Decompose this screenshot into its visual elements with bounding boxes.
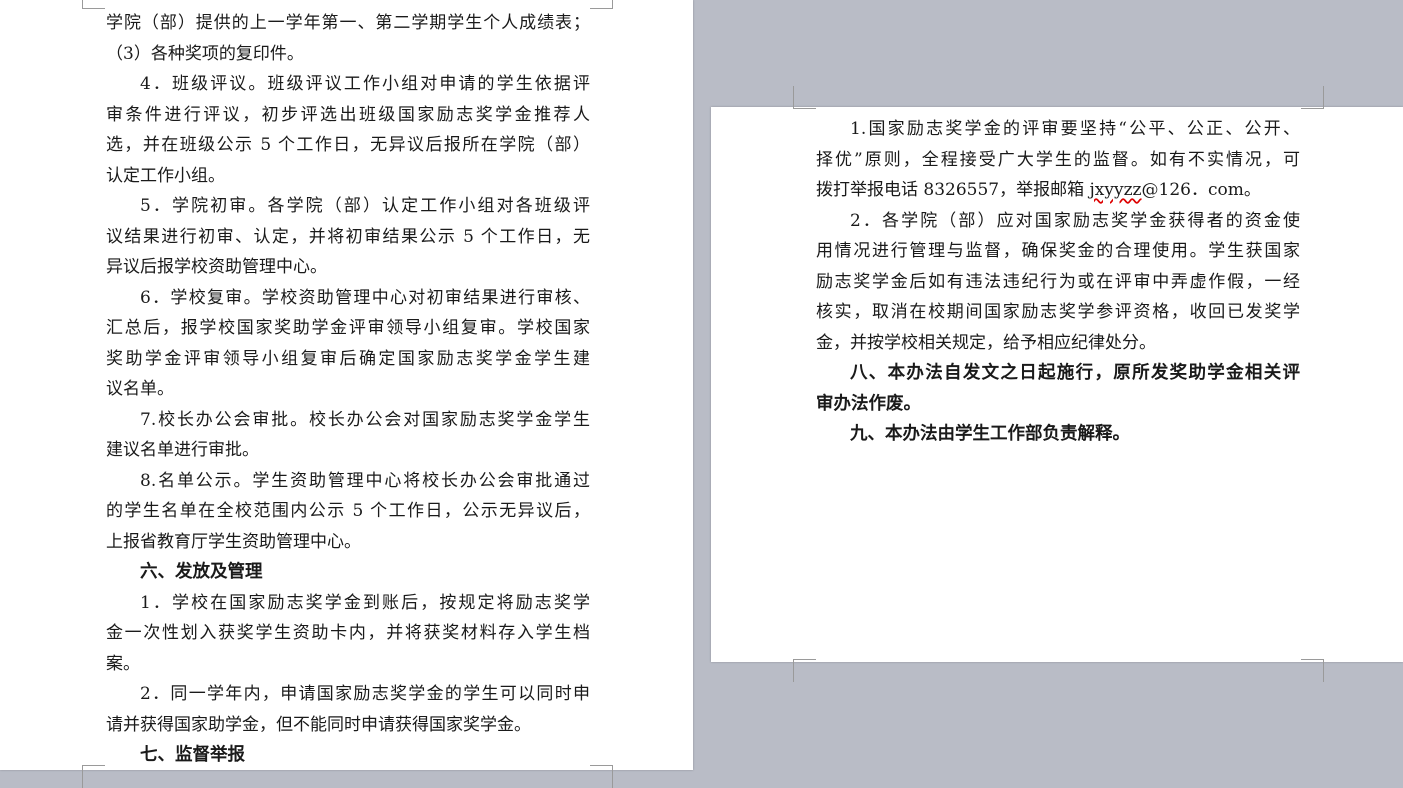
section-heading: 审办法作废。	[816, 393, 921, 414]
report-email-user: jxyyzz	[1089, 180, 1142, 200]
section-heading: 九、本办法由学生工作部负责解释。	[850, 424, 1130, 444]
paragraph-line: 选，并在班级公示 5 个工作日，无异议后报所在学院（部）	[106, 135, 590, 155]
crop-mark-top-right	[590, 0, 613, 9]
paragraph-line: 上报省教育厅学生资助管理中心。	[106, 531, 361, 552]
paragraph-line: 金，并按学校相关规定，给予相应纪律处分。	[816, 332, 1156, 353]
paragraph-line: 拨打举报电话 8326557，举报邮箱 jxyyzz@126．com。	[816, 175, 1300, 206]
paragraph-line: 励志奖学金后如有违法违纪行为或在评审中弄虚作假，一经	[816, 271, 1300, 292]
paragraph-line: 的学生名单在全校范围内公示 5 个工作日，公示无异议后，	[106, 501, 590, 521]
section-heading: 六、发放及管理	[140, 562, 263, 582]
crop-mark-top-left	[793, 86, 816, 109]
right-page-text: 1.国家励志奖学金的评审要坚持“公平、公正、公开、 择优”原则，全程接受广大学生…	[816, 114, 1300, 450]
paragraph-line: 学院（部）提供的上一学年第一、第二学期学生个人成绩表；	[106, 13, 590, 33]
crop-mark-bottom-right	[590, 765, 613, 788]
paragraph-line: 8.名单公示。学生资助管理中心将校长办公会审批通过	[140, 470, 590, 491]
paragraph-line: 1.国家励志奖学金的评审要坚持“公平、公正、公开、	[850, 119, 1300, 139]
paragraph-line: 审条件进行评议，初步评选出班级国家励志奖学金推荐人	[106, 104, 590, 125]
paragraph-line: 5．学院初审。各学院（部）认定工作小组对各班级评	[140, 196, 590, 216]
paragraph-line: 金一次性划入获奖学生资助卡内，并将获奖材料存入学生档	[106, 623, 590, 643]
paragraph-line: 择优”原则，全程接受广大学生的监督。如有不实情况，可	[816, 149, 1300, 170]
crop-mark-bottom-left	[82, 765, 105, 788]
crop-mark-top-right	[1301, 86, 1324, 109]
crop-mark-bottom-left	[793, 659, 816, 682]
paragraph-line: 建议名单进行审批。	[106, 440, 259, 460]
crop-mark-bottom-right	[1301, 659, 1324, 682]
paragraph-line: 1．学校在国家励志奖学金到账后，按规定将励志奖学	[140, 592, 590, 613]
paragraph-line: 异议后报学校资助管理中心。	[106, 257, 327, 277]
crop-mark-top-left	[82, 0, 105, 9]
paragraph-line: 2．各学院（部）应对国家励志奖学金获得者的资金使	[850, 210, 1300, 231]
paragraph-line: 议名单。	[106, 379, 174, 399]
paragraph-line: 用情况进行管理与监督，确保奖金的合理使用。学生获国家	[816, 241, 1300, 261]
left-page-text: 学院（部）提供的上一学年第一、第二学期学生个人成绩表； （3）各种奖项的复印件。…	[106, 8, 590, 771]
paragraph-line: 6．学校复审。学校资助管理中心对初审结果进行审核、	[140, 287, 590, 308]
paragraph-line: 案。	[106, 653, 140, 674]
paragraph-line: 奖助学金评审领导小组复审后确定国家励志奖学金学生建	[106, 348, 590, 369]
paragraph-line: 2．同一学年内，申请国家励志奖学金的学生可以同时申	[140, 684, 590, 704]
section-heading: 七、监督举报	[140, 745, 245, 765]
paragraph-line: 4．班级评议。班级评议工作小组对申请的学生依据评	[140, 74, 590, 94]
paragraph-line: 汇总后，报学校国家奖助学金评审领导小组复审。学校国家	[106, 318, 590, 338]
report-phone-text: 拨打举报电话 8326557，举报邮箱	[816, 180, 1090, 200]
report-email-domain: @126．com。	[1141, 180, 1261, 200]
paragraph-line: （3）各种奖项的复印件。	[106, 43, 304, 64]
paragraph-line: 请并获得国家助学金，但不能同时申请获得国家奖学金。	[106, 714, 531, 735]
paragraph-line: 议结果进行初审、认定，并将初审结果公示 5 个工作日，无	[106, 226, 590, 247]
paragraph-line: 7.校长办公会审批。校长办公会对国家励志奖学金学生	[140, 409, 590, 430]
section-heading: 八、本办法自发文之日起施行，原所发奖助学金相关评	[850, 363, 1300, 383]
paragraph-line: 核实，取消在校期间国家励志奖学参评资格，收回已发奖学	[816, 302, 1300, 322]
paragraph-line: 认定工作小组。	[106, 165, 225, 186]
